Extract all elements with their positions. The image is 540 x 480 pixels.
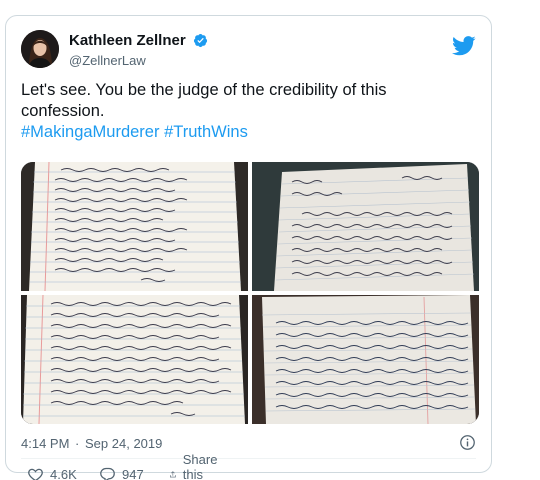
media-photo-4[interactable] [252, 295, 479, 424]
hashtag-link-makingamurderer[interactable]: #MakingaMurderer [21, 123, 159, 141]
author-names: Kathleen Zellner @ZellnerLaw [69, 32, 208, 68]
twitter-bird-icon[interactable] [452, 36, 476, 56]
divider [21, 458, 476, 459]
tweet-card: Kathleen Zellner @ZellnerLaw Let's see. … [5, 15, 492, 480]
share-icon [169, 470, 176, 477]
tweet-time: 4:14 PM [21, 436, 70, 451]
like-count: 4.6K [50, 466, 77, 480]
share-button[interactable]: Share this Tweet [169, 452, 227, 480]
verified-badge-icon [193, 33, 208, 48]
meta-separator: · [75, 436, 80, 451]
author-handle[interactable]: @ZellnerLaw [69, 53, 208, 68]
tweet-hashtags: #MakingaMurderer #TruthWins [21, 122, 471, 143]
heart-icon [28, 468, 43, 480]
reply-count: 947 [122, 466, 144, 480]
tweet-text: Let's see. You be the judge of the credi… [21, 80, 471, 143]
hashtag-link-truthwins[interactable]: #TruthWins [164, 123, 248, 141]
reply-icon [100, 467, 115, 480]
media-photo-2[interactable] [252, 162, 479, 291]
tweet-header: Kathleen Zellner @ZellnerLaw [21, 30, 476, 70]
avatar[interactable] [21, 30, 59, 68]
tweet-text-line-2: confession. [21, 102, 105, 120]
tweet-date: Sep 24, 2019 [85, 436, 163, 451]
like-button[interactable]: 4.6K [27, 464, 77, 480]
reply-button[interactable]: 947 [99, 464, 144, 480]
media-photo-3[interactable] [21, 295, 248, 424]
share-label: Share this Tweet [182, 451, 218, 480]
author-display-name[interactable]: Kathleen Zellner [69, 32, 186, 49]
tweet-timestamp[interactable]: 4:14 PM · Sep 24, 2019 [21, 436, 162, 451]
tweet-text-line-1: Let's see. You be the judge of the credi… [21, 81, 387, 99]
tweet-media-grid [21, 162, 479, 424]
media-photo-1[interactable] [21, 162, 248, 291]
info-icon[interactable] [459, 434, 476, 451]
